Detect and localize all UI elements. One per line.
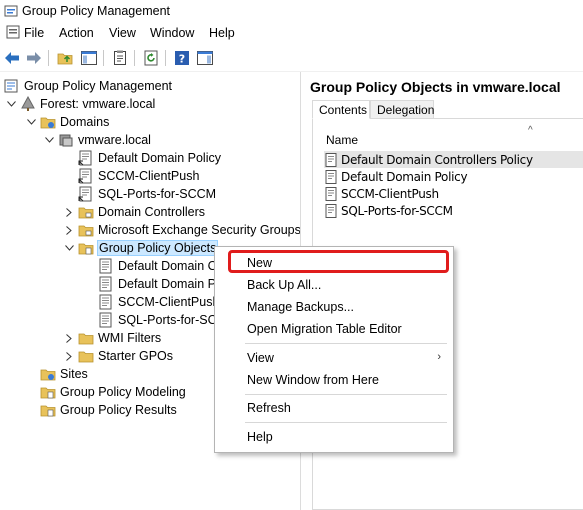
tree-forest[interactable]: Forest: vmware.local: [6, 95, 155, 113]
system-menu-icon[interactable]: [6, 25, 20, 39]
gpo-container-folder-icon: [78, 240, 94, 256]
domains-folder-icon: [40, 114, 56, 130]
gpo-link-icon: [78, 186, 94, 202]
chevron-down-icon[interactable]: [64, 243, 74, 253]
gpmc-root-icon: [4, 78, 20, 94]
show-action-pane-icon[interactable]: [196, 49, 214, 67]
chevron-right-icon[interactable]: [64, 225, 74, 235]
ou-folder-icon: [78, 222, 94, 238]
tree-domain-vmware[interactable]: vmware.local: [44, 131, 151, 149]
tree-link-sql-ports[interactable]: SQL-Ports-for-SCCM: [78, 185, 216, 203]
forest-icon: [20, 96, 36, 112]
domain-icon: [58, 132, 74, 148]
tree-exchange-groups[interactable]: Microsoft Exchange Security Groups: [64, 221, 301, 239]
up-folder-icon[interactable]: [56, 49, 74, 67]
tree-gpo-item[interactable]: SCCM-ClientPush: [98, 293, 219, 311]
menu-action[interactable]: Action: [59, 26, 94, 40]
gpo-icon: [98, 294, 114, 310]
tree-results[interactable]: Group Policy Results: [40, 401, 177, 419]
ctx-back-up-all[interactable]: Back Up All...: [215, 274, 453, 296]
modeling-icon: [40, 384, 56, 400]
menu-file[interactable]: File: [24, 26, 44, 40]
chevron-right-icon[interactable]: [64, 207, 74, 217]
menu-view[interactable]: View: [109, 26, 136, 40]
menu-help[interactable]: Help: [209, 26, 235, 40]
ctx-refresh[interactable]: Refresh: [215, 397, 453, 419]
menu-window[interactable]: Window: [150, 26, 194, 40]
tree-group-policy-objects[interactable]: Group Policy Objects: [64, 239, 219, 257]
list-item[interactable]: Default Domain Controllers Policy: [324, 151, 583, 168]
ctx-new-window-from-here[interactable]: New Window from Here: [215, 369, 453, 391]
tree-domains[interactable]: Domains: [26, 113, 109, 131]
tree-domain-controllers[interactable]: Domain Controllers: [64, 203, 205, 221]
tree-gpo-item[interactable]: Default Domain C: [98, 257, 217, 275]
back-arrow-icon[interactable]: [3, 49, 21, 67]
toolbar: ?: [0, 44, 583, 72]
ctx-view[interactable]: View ›: [215, 347, 453, 369]
details-header: Group Policy Objects in vmware.local: [310, 79, 561, 95]
sort-ascending-icon: ^: [528, 125, 533, 136]
context-menu: New Back Up All... Manage Backups... Ope…: [214, 246, 454, 453]
chevron-down-icon[interactable]: [44, 135, 54, 145]
list-item[interactable]: Default Domain Policy: [324, 168, 583, 185]
gpo-icon: [324, 169, 338, 184]
gpo-link-icon: [78, 150, 94, 166]
window-title: Group Policy Management: [22, 4, 170, 18]
gpo-icon: [324, 186, 338, 201]
title-bar: Group Policy Management: [0, 0, 583, 22]
ctx-manage-backups[interactable]: Manage Backups...: [215, 296, 453, 318]
chevron-right-icon[interactable]: [64, 351, 74, 361]
chevron-down-icon[interactable]: [26, 117, 36, 127]
forward-arrow-icon[interactable]: [25, 49, 43, 67]
show-hide-tree-icon[interactable]: [80, 49, 98, 67]
submenu-arrow-icon: ›: [437, 351, 441, 363]
tree-sites[interactable]: Sites: [40, 365, 88, 383]
ctx-help[interactable]: Help: [215, 426, 453, 448]
tree-gpo-item[interactable]: Default Domain P: [98, 275, 216, 293]
tree-modeling[interactable]: Group Policy Modeling: [40, 383, 186, 401]
gpo-icon: [98, 276, 114, 292]
list-item[interactable]: SCCM-ClientPush: [324, 185, 583, 202]
gpo-link-icon: [78, 168, 94, 184]
ctx-new[interactable]: New: [215, 252, 453, 274]
ctx-view-label: View: [247, 351, 274, 365]
sites-icon: [40, 366, 56, 382]
tree-starter-gpos[interactable]: Starter GPOs: [64, 347, 173, 365]
menu-bar: File Action View Window Help: [0, 22, 583, 43]
gpo-icon: [324, 152, 338, 167]
tree-gpo-item[interactable]: SQL-Ports-for-SC: [98, 311, 217, 329]
tree-link-sccm-clientpush[interactable]: SCCM-ClientPush: [78, 167, 199, 185]
gpo-icon: [98, 258, 114, 274]
ctx-separator: [245, 343, 447, 344]
folder-icon: [78, 348, 94, 364]
tree-link-default-domain-policy[interactable]: Default Domain Policy: [78, 149, 221, 167]
ou-folder-icon: [78, 204, 94, 220]
svg-text:?: ?: [179, 53, 185, 66]
chevron-down-icon[interactable]: [6, 99, 16, 109]
help-icon[interactable]: ?: [173, 49, 191, 67]
chevron-right-icon[interactable]: [64, 333, 74, 343]
gpmc-app-icon: [4, 4, 18, 18]
tree-wmi-filters[interactable]: WMI Filters: [64, 329, 161, 347]
ctx-open-migration-table-editor[interactable]: Open Migration Table Editor: [215, 318, 453, 340]
column-name-header[interactable]: Name: [326, 133, 358, 147]
properties-icon[interactable]: [111, 49, 129, 67]
gpo-icon: [324, 203, 338, 218]
ctx-separator: [245, 422, 447, 423]
gpo-icon: [98, 312, 114, 328]
tab-delegation[interactable]: Delegation: [370, 100, 434, 119]
results-icon: [40, 402, 56, 418]
list-item[interactable]: SQL-Ports-for-SCCM: [324, 202, 583, 219]
folder-icon: [78, 330, 94, 346]
list-header: Name ^: [320, 125, 583, 150]
tab-contents[interactable]: Contents: [312, 100, 370, 119]
refresh-icon[interactable]: [142, 49, 160, 67]
ctx-separator: [245, 394, 447, 395]
tree-root[interactable]: Group Policy Management: [4, 77, 172, 95]
